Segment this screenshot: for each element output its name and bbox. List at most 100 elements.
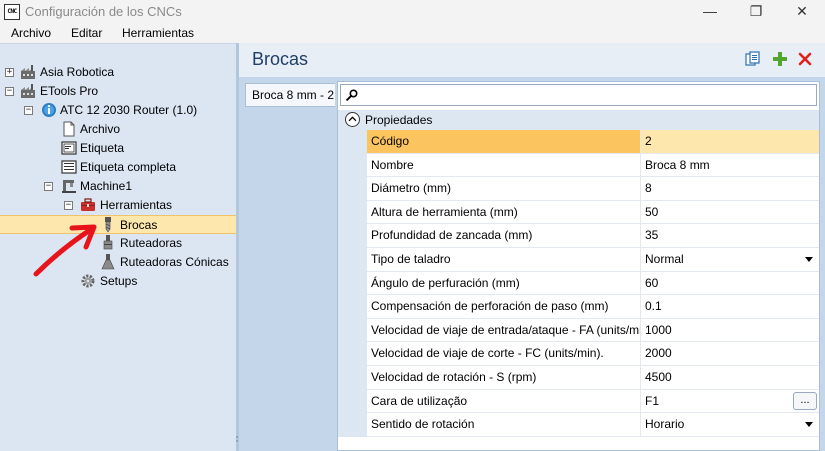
copy-icon[interactable] (745, 51, 761, 67)
property-dropdown[interactable]: Normal (641, 248, 819, 272)
menu-archivo[interactable]: Archivo (11, 26, 51, 40)
drill-bit-icon (105, 217, 111, 233)
tree-item-ruteadoras-conicas[interactable]: Ruteadoras Cónicas (0, 253, 236, 272)
collapse-category-icon[interactable] (345, 112, 360, 127)
property-name: Velocidad de viaje de entrada/ataque - F… (367, 318, 641, 343)
toolbox-icon (81, 198, 95, 211)
property-search-input[interactable] (340, 84, 817, 106)
property-row-nombre[interactable]: Nombre Broca 8 mm (338, 153, 819, 178)
property-value[interactable]: 2000 (641, 342, 819, 366)
tree-item-label: Ruteadoras Cónicas (120, 255, 229, 269)
property-value[interactable]: 8 (641, 177, 819, 201)
tree-item-setups[interactable]: Setups (0, 272, 236, 291)
row-gutter (338, 247, 367, 272)
property-value: Normal (645, 251, 684, 266)
tree-item-label: Brocas (120, 218, 158, 232)
property-name: Altura de herramienta (mm) (367, 200, 641, 225)
tree-item-label: ATC 12 2030 Router (1.0) (60, 103, 198, 117)
property-value: F1 (645, 393, 660, 408)
row-gutter (338, 224, 367, 248)
property-value[interactable]: 50 (641, 201, 819, 225)
category-label: Propiedades (365, 113, 433, 127)
label-icon (61, 141, 77, 155)
ellipsis-button[interactable]: ... (793, 391, 817, 410)
property-row-cara-utilizacao[interactable]: Cara de utilização F1... (338, 389, 819, 414)
property-grid: Propiedades Código 2 Nombre Broca 8 mm Diá… (337, 81, 820, 451)
tree-item-machine1[interactable]: − Machine1 (0, 177, 236, 196)
property-name: Ángulo de perfuración (mm) (367, 271, 641, 296)
add-icon[interactable] (772, 51, 788, 67)
property-value[interactable]: 2 (641, 130, 819, 154)
chevron-down-icon[interactable] (805, 256, 813, 262)
tree-item-label: Etiqueta (80, 141, 125, 155)
row-gutter (338, 365, 367, 390)
property-rows: Código 2 Nombre Broca 8 mm Diámetro (mm) 8 … (338, 130, 819, 437)
tree-item-etiqueta[interactable]: Etiqueta (0, 139, 236, 158)
property-value[interactable]: 1000 (641, 319, 819, 343)
property-editor[interactable]: F1... (641, 390, 819, 414)
collapse-toggle[interactable]: − (64, 201, 73, 210)
expand-toggle[interactable]: + (5, 68, 14, 77)
tree-item-etiqueta-completa[interactable]: Etiqueta completa (0, 158, 236, 177)
property-name: Código (367, 130, 641, 154)
property-name: Tipo de taladro (367, 247, 641, 272)
property-name: Sentido de rotación (367, 413, 641, 437)
property-value: Horario (645, 417, 685, 432)
header-strip: Brocas (239, 43, 825, 77)
collapse-toggle[interactable]: − (44, 182, 53, 191)
property-row-tipo-taladro[interactable]: Tipo de taladro Normal (338, 247, 819, 272)
tree-item-archivo[interactable]: Archivo (0, 120, 236, 139)
conical-router-icon (101, 254, 115, 270)
close-button[interactable]: ✕ (779, 0, 825, 24)
row-gutter (338, 413, 367, 437)
gear-icon (81, 274, 95, 288)
document-icon (63, 121, 75, 137)
tree-item-etools-pro[interactable]: − ETools Pro (0, 82, 236, 101)
tree-item-herramientas[interactable]: − Herramientas (0, 196, 236, 215)
tree-item-ruteadoras[interactable]: Ruteadoras (0, 234, 236, 253)
property-row-altura[interactable]: Altura de herramienta (mm) 50 (338, 200, 819, 225)
tree-item-brocas[interactable]: Brocas (0, 215, 236, 234)
tree-item-asia-robotica[interactable]: + Asia Robotica (0, 63, 236, 82)
tree-item-label: Ruteadoras (120, 236, 183, 250)
title-bar: CNC Configuración de los CNCs — ❐ ✕ (0, 0, 825, 24)
minimize-button[interactable]: — (687, 0, 733, 24)
full-label-icon (61, 160, 77, 174)
property-value[interactable]: Broca 8 mm (641, 154, 819, 178)
property-row-sentido-rotacion[interactable]: Sentido de rotación Horario (338, 413, 819, 437)
property-value[interactable]: 60 (641, 272, 819, 296)
collapse-toggle[interactable]: − (5, 87, 14, 96)
splitter-grip (236, 436, 238, 438)
row-gutter (338, 177, 367, 201)
property-row-diametro[interactable]: Diámetro (mm) 8 (338, 177, 819, 201)
property-dropdown[interactable]: Horario (641, 413, 819, 437)
property-name: Velocidad de rotación - S (rpm) (367, 365, 641, 390)
property-row-profundidad[interactable]: Profundidad de zancada (mm) 35 (338, 224, 819, 248)
app-icon: CNC (4, 4, 20, 20)
property-row-velocidad-rotacion[interactable]: Velocidad de rotación - S (rpm) 4500 (338, 365, 819, 390)
menu-herramientas[interactable]: Herramientas (122, 26, 194, 40)
collapse-toggle[interactable]: − (24, 106, 33, 115)
chevron-down-icon[interactable] (805, 422, 813, 428)
maximize-button[interactable]: ❐ (733, 0, 779, 24)
page-title: Brocas (252, 49, 309, 69)
factory-icon (21, 84, 35, 98)
tool-item-tab[interactable]: Broca 8 mm - 2 (245, 83, 335, 107)
category-header[interactable]: Propiedades (338, 110, 819, 130)
tree-item-atc-router[interactable]: − ATC 12 2030 Router (1.0) (0, 101, 236, 120)
window-title: Configuración de los CNCs (25, 4, 182, 19)
property-name: Profundidad de zancada (mm) (367, 224, 641, 248)
property-value[interactable]: 35 (641, 224, 819, 248)
property-row-codigo[interactable]: Código 2 (338, 130, 819, 154)
row-gutter (338, 153, 367, 178)
property-row-velocidad-entrada[interactable]: Velocidad de viaje de entrada/ataque - F… (338, 318, 819, 343)
property-value[interactable]: 0.1 (641, 295, 819, 319)
property-row-angulo[interactable]: Ángulo de perfuración (mm) 60 (338, 271, 819, 296)
property-row-compensacion[interactable]: Compensación de perforación de paso (mm)… (338, 295, 819, 319)
delete-icon[interactable] (797, 51, 813, 67)
property-name: Cara de utilização (367, 389, 641, 414)
property-row-velocidad-corte[interactable]: Velocidad de viaje de corte - FC (units/… (338, 342, 819, 366)
menu-editar[interactable]: Editar (71, 26, 102, 40)
property-value[interactable]: 4500 (641, 366, 819, 390)
menu-bar: Archivo Editar Herramientas (0, 24, 825, 43)
